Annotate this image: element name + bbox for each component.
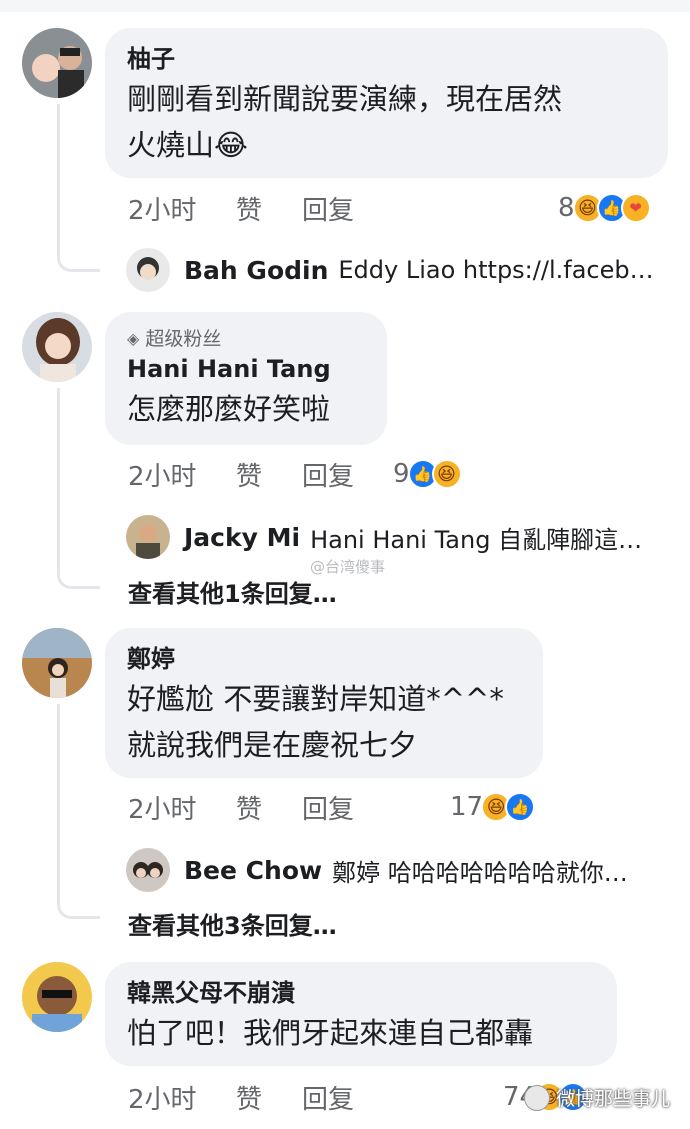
comment-text-line: 剛剛看到新聞說要演練，現在居然 bbox=[127, 82, 563, 116]
haha-reaction-icon: 😆 bbox=[431, 459, 462, 489]
like-button[interactable]: 赞 bbox=[236, 190, 302, 227]
reply-author[interactable]: Bah Godin bbox=[184, 256, 328, 285]
weibo-logo-icon bbox=[523, 1084, 550, 1111]
avatar[interactable] bbox=[126, 248, 170, 292]
reply-preview[interactable]: Bee Chow 鄭婷 哈哈哈哈哈哈哈就你… bbox=[126, 846, 628, 894]
timestamp[interactable]: 2小时 bbox=[128, 456, 236, 493]
comment-author[interactable]: 韓黑父母不崩潰 bbox=[127, 976, 595, 1010]
view-more-replies-link[interactable]: 查看其他1条回复… bbox=[128, 574, 337, 609]
reply-button[interactable]: 回复 bbox=[302, 190, 402, 227]
comment-bubble: 柚子 剛剛看到新聞說要演練，現在居然 火燒山😂 bbox=[105, 28, 668, 178]
comment-author[interactable]: 鄭婷 bbox=[127, 642, 521, 676]
comment-text-line: 火燒山😂 bbox=[127, 128, 248, 162]
avatar[interactable] bbox=[22, 312, 92, 382]
like-button[interactable]: 赞 bbox=[236, 1079, 302, 1116]
comment-author[interactable]: Hani Hani Tang bbox=[127, 352, 365, 386]
comment-bubble: 鄭婷 好尷尬 不要讓對岸知道*^^* 就說我們是在慶祝七夕 bbox=[105, 628, 543, 778]
reply-button[interactable]: 回复 bbox=[302, 789, 402, 826]
thread-connector bbox=[57, 704, 100, 919]
reply-author[interactable]: Jacky Mi bbox=[184, 523, 300, 552]
reply-text: Hani Hani Tang 自亂陣腳這… bbox=[310, 525, 643, 554]
comment-bubble: 韓黑父母不崩潰 怕了吧！我們牙起來連自己都轟 bbox=[105, 962, 617, 1066]
avatar[interactable] bbox=[126, 515, 170, 559]
comment-text-line: 好尷尬 不要讓對岸知道*^^* bbox=[127, 682, 504, 716]
comment-actions: 2小时 赞 回复 bbox=[128, 1077, 402, 1117]
reaction-summary[interactable]: 9 👍 😆 bbox=[393, 454, 462, 494]
fan-badge: ◈ 超级粉丝 bbox=[127, 326, 365, 352]
watermark-text: 微博那些事儿 bbox=[555, 1088, 670, 1110]
avatar[interactable] bbox=[22, 962, 92, 1032]
watermark: 微博那些事儿 bbox=[523, 1084, 670, 1111]
watermark: @台湾傻事 bbox=[310, 558, 386, 576]
avatar[interactable] bbox=[126, 848, 170, 892]
reaction-summary[interactable]: 17 😆 👍 bbox=[450, 787, 536, 827]
diamond-icon: ◈ bbox=[127, 329, 140, 348]
care-reaction-icon: ❤ bbox=[620, 193, 651, 223]
like-reaction-icon: 👍 bbox=[505, 792, 536, 822]
reply-preview[interactable]: Jacky Mi Hani Hani Tang 自亂陣腳這… bbox=[126, 513, 642, 561]
reply-button[interactable]: 回复 bbox=[302, 456, 402, 493]
timestamp[interactable]: 2小时 bbox=[128, 789, 236, 826]
fan-badge-label: 超级粉丝 bbox=[145, 328, 222, 350]
top-divider bbox=[0, 0, 690, 12]
like-button[interactable]: 赞 bbox=[236, 789, 302, 826]
reply-button[interactable]: 回复 bbox=[302, 1079, 402, 1116]
reaction-count: 17 bbox=[450, 792, 484, 822]
reaction-summary[interactable]: 8 😆 👍 ❤ bbox=[558, 188, 651, 228]
comment-bubble: ◈ 超级粉丝 Hani Hani Tang 怎麼那麼好笑啦 bbox=[105, 312, 387, 445]
view-more-replies-link[interactable]: 查看其他3条回复… bbox=[128, 906, 337, 941]
reply-author[interactable]: Bee Chow bbox=[184, 856, 322, 885]
comment-text-line: 怕了吧！我們牙起來連自己都轟 bbox=[127, 1016, 534, 1050]
comment-actions: 2小时 赞 回复 bbox=[128, 787, 402, 827]
comment-text-line: 怎麼那麼好笑啦 bbox=[127, 392, 331, 426]
reply-text: 鄭婷 哈哈哈哈哈哈哈就你… bbox=[332, 858, 628, 887]
comment-text-line: 就說我們是在慶祝七夕 bbox=[127, 728, 418, 762]
reply-text: Eddy Liao https://l.faceb… bbox=[338, 256, 654, 284]
like-button[interactable]: 赞 bbox=[236, 456, 302, 493]
timestamp[interactable]: 2小时 bbox=[128, 190, 236, 227]
comment-actions: 2小时 赞 回复 bbox=[128, 188, 402, 228]
thread-connector bbox=[57, 104, 100, 272]
timestamp[interactable]: 2小时 bbox=[128, 1079, 236, 1116]
thread-connector bbox=[57, 388, 100, 589]
comment-author[interactable]: 柚子 bbox=[127, 42, 646, 76]
avatar[interactable] bbox=[22, 628, 92, 698]
reply-preview[interactable]: Bah Godin Eddy Liao https://l.faceb… bbox=[126, 246, 654, 294]
avatar[interactable] bbox=[22, 28, 92, 98]
comment-actions: 2小时 赞 回复 bbox=[128, 454, 402, 494]
